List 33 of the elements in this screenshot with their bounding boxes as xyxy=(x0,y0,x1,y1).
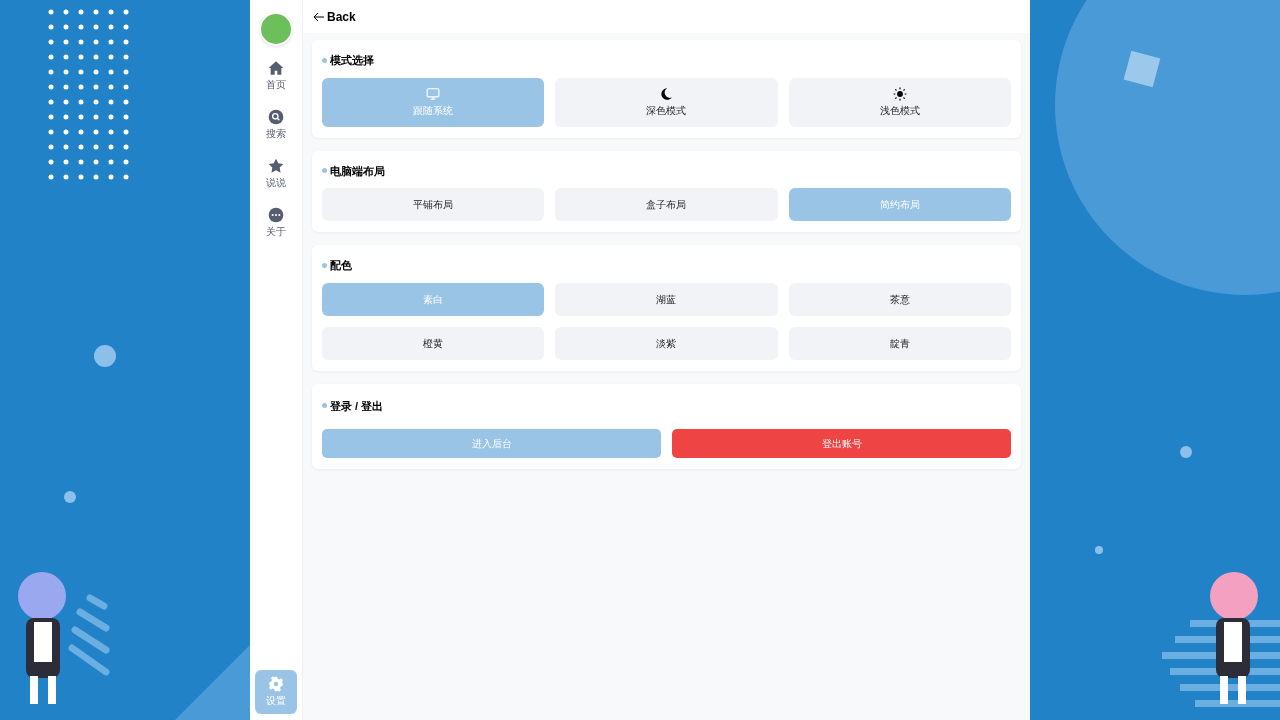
option-button[interactable]: 湖蓝 xyxy=(555,282,778,316)
search-icon xyxy=(268,109,284,125)
sidebar-item[interactable]: 关于 xyxy=(266,207,286,239)
option-button[interactable]: 盒子布局 xyxy=(555,188,778,221)
circle-shape xyxy=(64,491,76,503)
sidebar-item[interactable]: 搜索 xyxy=(266,109,286,141)
more-icon xyxy=(268,207,284,223)
section-title: 模式选择 xyxy=(330,53,374,68)
settings-icon xyxy=(268,676,284,692)
option-button[interactable]: 淡紫 xyxy=(555,326,778,360)
option-button[interactable]: 深色模式 xyxy=(555,77,778,127)
option-button[interactable]: 浅色模式 xyxy=(788,77,1011,127)
back-arrow-icon xyxy=(313,10,325,23)
circle-shape xyxy=(1095,546,1103,554)
section-title: 配色 xyxy=(330,258,352,273)
sidebar-item[interactable]: 首页 xyxy=(266,60,286,92)
circle-shape xyxy=(94,345,116,367)
star-icon xyxy=(268,158,284,174)
logout-button[interactable]: 登出账号 xyxy=(672,429,1011,458)
option-button[interactable]: 茶意 xyxy=(788,282,1011,316)
section-title: 电脑端布局 xyxy=(330,163,385,179)
option-button[interactable]: 橙黄 xyxy=(322,326,545,360)
circle-shape xyxy=(1180,446,1192,458)
monitor-icon xyxy=(426,86,441,101)
avatar[interactable] xyxy=(259,12,293,46)
option-button[interactable]: 平铺布局 xyxy=(322,188,545,221)
moon-icon xyxy=(659,86,674,101)
home-icon xyxy=(268,60,284,76)
back-link[interactable]: Back xyxy=(313,7,356,26)
sidebar-item[interactable]: 说说 xyxy=(266,158,286,190)
option-button[interactable]: 靛青 xyxy=(788,326,1011,360)
section-title: 登录 / 登出 xyxy=(330,398,384,414)
sun-icon xyxy=(892,86,907,101)
